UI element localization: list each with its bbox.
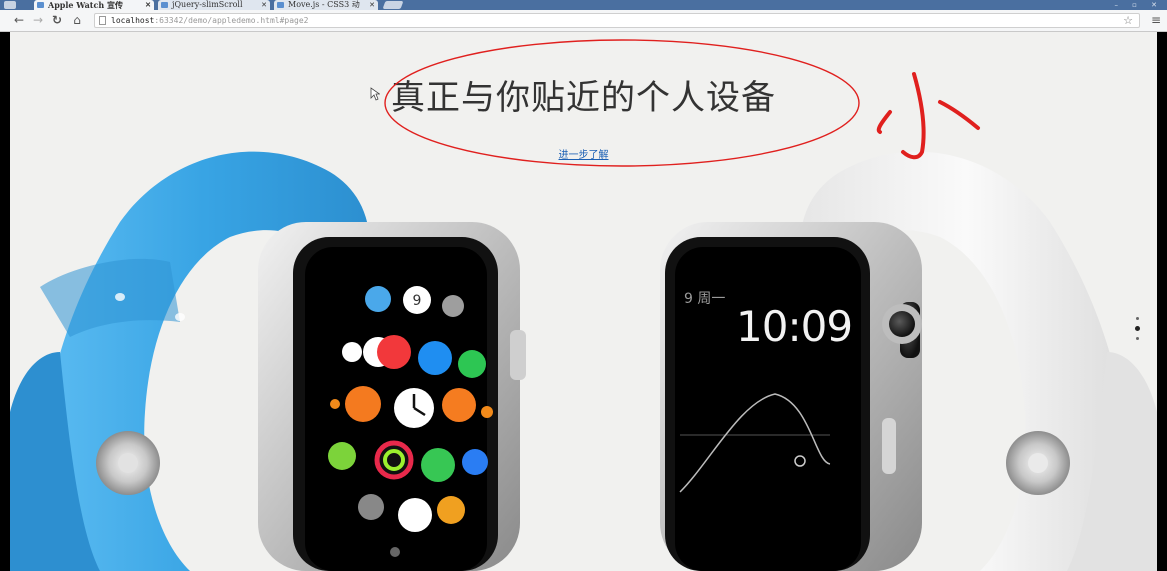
browser-toolbar: ← → ↻ ⌂ localhost:63342/demo/appledemo.h… — [0, 10, 1167, 32]
address-bar[interactable]: localhost:63342/demo/appledemo.html#page… — [94, 13, 1140, 28]
pager-dot[interactable] — [1135, 337, 1139, 340]
tab-close-icon[interactable]: ✕ — [261, 0, 267, 10]
watch-date: 9 周一 — [684, 291, 726, 307]
tab-favicon-icon — [277, 2, 284, 8]
watch-time: 10:09 — [736, 302, 853, 351]
tab-jquery-slimscroll[interactable]: jQuery-slimScroll ✕ — [158, 0, 270, 10]
back-arrow-icon[interactable]: ← — [12, 13, 26, 27]
tab-close-icon[interactable]: ✕ — [145, 0, 151, 10]
pager-dot-active[interactable] — [1134, 326, 1140, 331]
tab-favicon-icon — [37, 2, 44, 8]
page-icon — [99, 16, 106, 25]
tab-favicon-icon — [161, 2, 168, 8]
pager-dot[interactable] — [1135, 317, 1139, 320]
svg-text:9: 9 — [413, 293, 422, 309]
chrome-menu-icon[interactable]: ≡ — [1151, 13, 1161, 27]
reload-icon[interactable]: ↻ — [50, 13, 64, 27]
page-pagination — [1133, 311, 1141, 346]
home-icon[interactable]: ⌂ — [70, 13, 84, 27]
app-menu-icon[interactable] — [4, 1, 16, 9]
tab-move-js[interactable]: Move.js - CSS3 动 ✕ — [274, 0, 378, 10]
window-controls[interactable]: – ▫ ✕ — [1114, 0, 1163, 10]
tab-label: Apple Watch 宣传 — [48, 0, 123, 10]
tab-apple-watch[interactable]: Apple Watch 宣传 ✕ — [34, 0, 154, 10]
new-tab-button[interactable] — [382, 1, 404, 9]
page-viewport: 9 9 周一 10:09 真正与你贴近的个人设备 进一步了解 — [10, 32, 1157, 571]
forward-arrow-icon[interactable]: → — [31, 13, 45, 27]
url-text: localhost:63342/demo/appledemo.html#page… — [111, 16, 309, 25]
bookmark-star-icon[interactable]: ☆ — [1123, 14, 1133, 27]
tab-label: Move.js - CSS3 动 — [288, 0, 360, 9]
page-title: 真正与你贴近的个人设备 — [391, 78, 776, 118]
tab-label: jQuery-slimScroll — [172, 0, 243, 9]
tab-close-icon[interactable]: ✕ — [369, 0, 375, 10]
mouse-cursor-icon — [370, 87, 380, 101]
tab-strip: Apple Watch 宣传 ✕ jQuery-slimScroll ✕ Mov… — [0, 0, 1167, 10]
learn-more-link[interactable]: 进一步了解 — [10, 146, 1157, 161]
